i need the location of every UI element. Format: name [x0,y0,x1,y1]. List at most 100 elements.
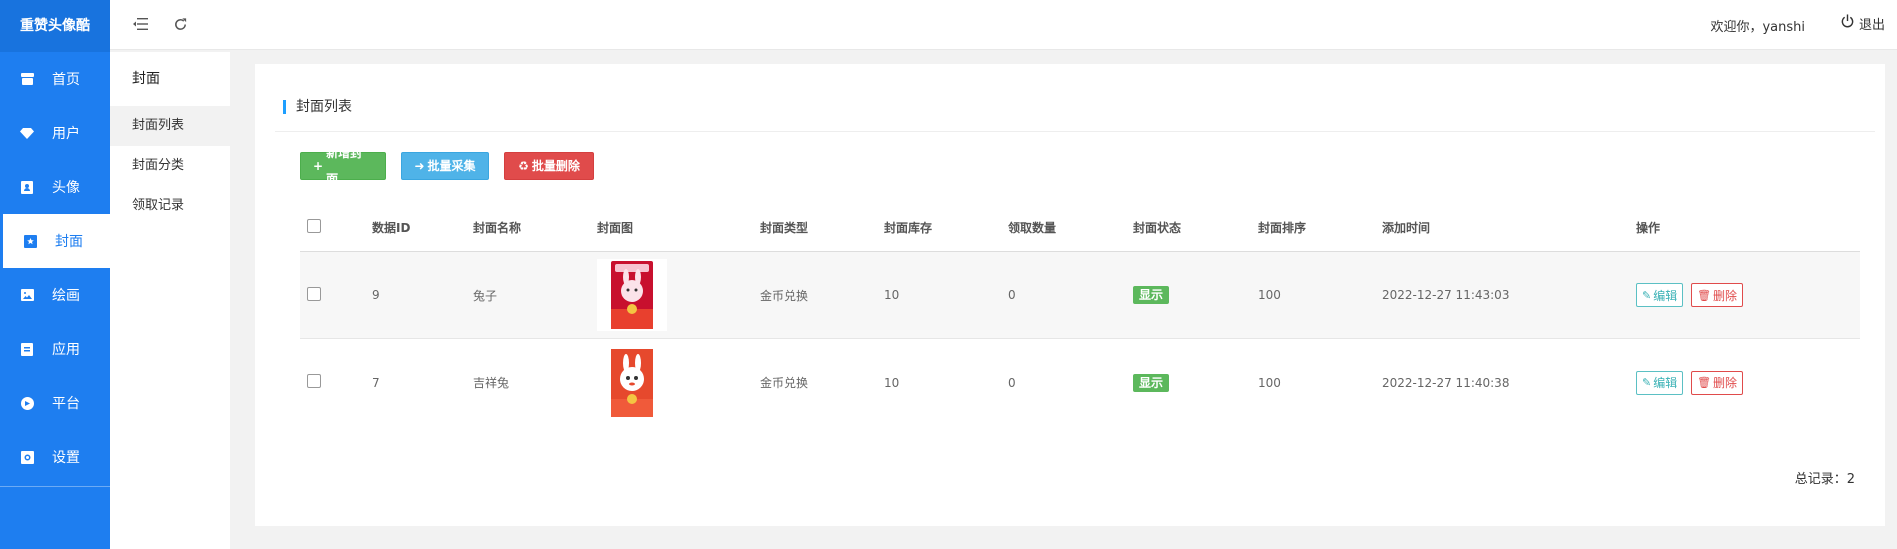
add-cover-button[interactable]: + 新增封面 [300,146,386,186]
submenu-title: 封面 [132,71,160,87]
delete-button[interactable]: 🗑 删除 [1691,370,1744,395]
column-header: 操作 [1636,221,1661,235]
cover-thumbnail [597,259,667,331]
sidebar-item-label: 平台 [52,396,80,412]
edit-button[interactable]: ✎ 编辑 [1636,283,1684,307]
sidebar-divider [0,486,110,487]
sidebar-item-label: 绘画 [52,288,80,304]
portrait-icon [20,180,34,194]
cell-type: 金币兑换 [760,376,809,390]
pencil-icon: ✎ [1642,376,1652,389]
cell-id: 9 [372,288,380,302]
sidebar-item-platform[interactable]: 平台 [0,376,110,430]
trash-icon: 🗑 [1697,288,1712,302]
sign-in-icon: ➜ [414,159,425,173]
status-badge: 显示 [1133,286,1170,304]
page-title: 封面列表 [283,100,352,114]
sidebar-item-app[interactable]: 应用 [0,322,110,376]
menu-collapse-icon[interactable] [130,14,150,34]
sidebar-item-settings[interactable]: 设置 [0,430,110,484]
gear-icon [20,450,34,464]
sidebar-item-home[interactable]: 首页 [0,52,110,106]
cell-time: 2022-12-27 11:43:03 [1382,288,1510,302]
edit-label: 编辑 [1653,376,1678,390]
submenu-item-claim-records[interactable]: 领取记录 [110,186,230,226]
cover-table: 数据ID 封面名称 封面图 封面类型 封面库存 领取数量 封面状态 封面排序 添… [300,204,1860,426]
total-records: 总记录：2 [1794,472,1855,487]
delete-label: 删除 [1713,288,1738,303]
main-card: 封面列表 + 新增封面 ➜ 批量采集 ♻ 批量删除 数据ID 封面名称 封面图 … [255,64,1885,526]
sidebar-item-drawing[interactable]: 绘画 [0,268,110,322]
batch-delete-label: 批量删除 [531,159,580,173]
toolbar: + 新增封面 ➜ 批量采集 ♻ 批量删除 [300,146,594,186]
power-icon [1840,14,1859,33]
cell-claimed: 0 [1008,375,1016,390]
sidebar-item-label: 应用 [52,342,80,358]
column-header: 领取数量 [1008,221,1057,235]
cell-time: 2022-12-27 11:40:38 [1382,375,1510,390]
column-header: 封面名称 [473,221,522,235]
welcome-text: 欢迎你，yanshi [1710,20,1805,35]
logout-button[interactable]: 退出 [1840,14,1885,33]
star-icon [23,234,37,248]
sidebar-item-label: 用户 [52,126,80,142]
pencil-icon: ✎ [1642,288,1652,302]
edit-label: 编辑 [1653,288,1678,303]
batch-collect-label: 批量采集 [427,159,476,173]
edit-button[interactable]: ✎ 编辑 [1636,370,1684,395]
table-header: 数据ID 封面名称 封面图 封面类型 封面库存 领取数量 封面状态 封面排序 添… [300,204,1860,252]
cell-stock: 10 [884,375,900,390]
column-header: 封面状态 [1133,221,1182,235]
submenu-item-cover-category[interactable]: 封面分类 [110,146,230,186]
column-header: 封面类型 [760,221,809,235]
sidebar-item-label: 封面 [55,234,83,250]
recycle-icon: ♻ [518,159,529,173]
secondary-menu: 封面 封面列表 封面分类 领取记录 [110,52,230,549]
title-divider [275,131,1875,132]
delete-label: 删除 [1713,376,1738,390]
table-row: 9 兔子 金币兑换 10 0 显示 100 2022-12-27 11:43:0… [300,252,1860,339]
sidebar-item-avatar[interactable]: 头像 [0,160,110,214]
cover-thumbnail [597,347,667,419]
batch-collect-button[interactable]: ➜ 批量采集 [401,152,489,180]
sidebar-item-label: 设置 [52,450,80,466]
cell-type: 金币兑换 [760,288,809,303]
column-header: 封面图 [597,221,634,235]
select-all-checkbox[interactable] [307,219,321,233]
sidebar-item-label: 头像 [52,180,80,196]
brand-logo: 重赞头像酷 [0,0,110,52]
cell-claimed: 0 [1008,288,1016,302]
sidebar-item-label: 首页 [52,72,80,88]
refresh-icon[interactable] [170,14,190,34]
add-cover-label: 新增封面 [326,146,363,186]
column-header: 数据ID [372,221,411,235]
delete-button[interactable]: 🗑 删除 [1691,283,1744,307]
column-header: 封面库存 [884,221,933,235]
cell-stock: 10 [884,288,900,302]
trash-icon: 🗑 [1697,376,1712,389]
sidebar-item-user[interactable]: 用户 [0,106,110,160]
main-sidebar: 重赞头像酷 首页 用户 头像 封面 绘画 应用 平台 设置 [0,0,110,549]
cell-name: 吉祥兔 [473,376,510,390]
cell-name: 兔子 [473,288,498,303]
sidebar-item-cover[interactable]: 封面 [3,214,110,268]
image-icon [20,288,34,302]
table-row: 7 吉祥兔 金币兑换 10 0 显示 100 2022-12-27 11:40:… [300,339,1860,426]
cell-sort: 100 [1258,288,1281,302]
row-checkbox[interactable] [307,286,321,301]
column-header: 添加时间 [1382,221,1431,235]
diamond-icon [20,126,34,140]
row-checkbox[interactable] [307,374,321,388]
status-badge: 显示 [1133,373,1170,392]
submenu-item-cover-list[interactable]: 封面列表 [110,106,230,146]
plus-icon: + [313,159,324,173]
app-icon [20,342,34,356]
platform-icon [20,396,34,410]
top-header: 欢迎你，yanshi 退出 [110,0,1897,50]
column-header: 封面排序 [1258,221,1307,235]
cell-id: 7 [372,375,380,390]
logout-label: 退出 [1858,18,1885,33]
home-icon [20,72,34,86]
batch-delete-button[interactable]: ♻ 批量删除 [504,152,594,180]
cell-sort: 100 [1258,375,1281,390]
